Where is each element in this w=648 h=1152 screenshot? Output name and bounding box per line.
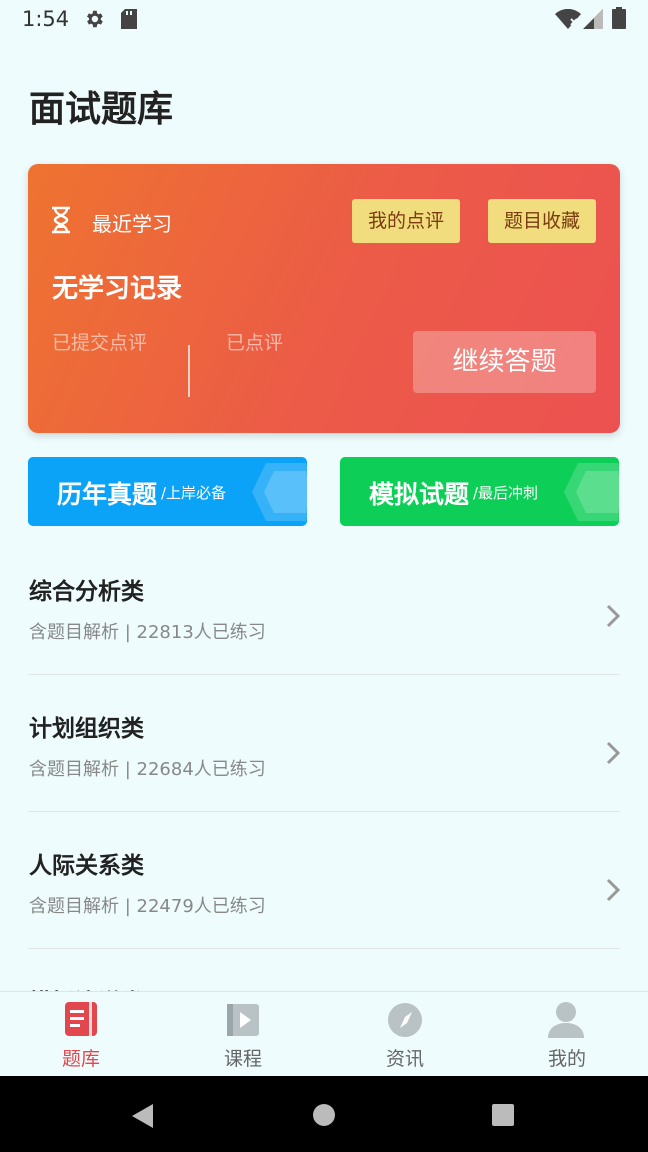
nav-label: 课程	[223, 1048, 262, 1070]
category-meta: 含题目解析 | 22684人已练习	[29, 759, 266, 780]
no-record-text: 无学习记录	[52, 274, 183, 304]
compass-icon	[387, 1000, 423, 1042]
banner-title: 模拟试题	[369, 480, 470, 509]
sd-card-icon	[121, 9, 137, 33]
category-item[interactable]: 综合分析类 含题目解析 | 22813人已练习	[28, 572, 621, 709]
bottom-navigation: 题库 课程 资讯 我的	[0, 991, 648, 1077]
category-title: 计划组织类	[29, 716, 144, 742]
back-icon[interactable]	[131, 1103, 155, 1133]
nav-item-profile[interactable]: 我的	[486, 992, 648, 1077]
book-icon	[63, 1000, 99, 1042]
category-title: 综合分析类	[29, 579, 144, 605]
hexagon-decoration-icon	[252, 463, 307, 525]
divider	[28, 948, 620, 949]
banner-title: 历年真题	[57, 480, 158, 509]
my-review-button[interactable]: 我的点评	[352, 199, 460, 243]
category-meta: 含题目解析 | 22813人已练习	[29, 622, 266, 643]
mock-exams-banner[interactable]: 模拟试题 /最后冲刺	[340, 457, 619, 526]
category-title: 模拟演说类	[29, 983, 144, 991]
divider	[28, 674, 620, 675]
system-navigation-bar	[0, 1076, 648, 1152]
recent-study-card: 最近学习 我的点评 题目收藏 无学习记录 已提交点评 已点评 继续答题	[28, 164, 620, 433]
nav-label: 资讯	[385, 1048, 424, 1070]
category-title: 人际关系类	[29, 853, 144, 879]
question-favorites-button[interactable]: 题目收藏	[488, 199, 596, 243]
recents-icon[interactable]	[491, 1103, 515, 1131]
category-item[interactable]: 模拟演说类	[28, 983, 620, 991]
home-icon[interactable]	[312, 1103, 336, 1131]
chevron-right-icon	[606, 741, 621, 769]
divider	[28, 811, 620, 812]
user-icon	[547, 1000, 585, 1042]
nav-item-news[interactable]: 资讯	[324, 992, 486, 1077]
category-item[interactable]: 人际关系类 含题目解析 | 22479人已练习	[28, 846, 621, 983]
category-meta: 含题目解析 | 22479人已练习	[29, 896, 266, 917]
status-time: 1:54	[22, 7, 70, 31]
reviewed-label: 已点评	[226, 332, 284, 354]
nav-item-courses[interactable]: 课程	[162, 992, 324, 1077]
page-title: 面试题库	[29, 89, 174, 130]
nav-item-question-bank[interactable]: 题库	[0, 992, 162, 1077]
hexagon-decoration-icon	[564, 463, 619, 525]
recent-study-label: 最近学习	[92, 212, 172, 236]
chevron-right-icon	[606, 604, 621, 632]
chevron-right-icon	[606, 878, 621, 906]
signal-icon	[583, 9, 603, 33]
battery-icon	[612, 7, 626, 33]
stat-divider	[188, 345, 190, 397]
wifi-icon	[555, 8, 581, 33]
banner-subtitle: /上岸必备	[161, 484, 227, 502]
video-icon	[225, 1000, 261, 1042]
submitted-review-label: 已提交点评	[52, 332, 148, 354]
past-exams-banner[interactable]: 历年真题 /上岸必备	[28, 457, 307, 526]
nav-label: 我的	[547, 1048, 586, 1070]
nav-label: 题库	[61, 1048, 100, 1070]
hourglass-icon	[50, 206, 72, 238]
settings-gear-icon	[83, 8, 105, 34]
status-bar: 1:54	[0, 0, 648, 38]
continue-answering-button[interactable]: 继续答题	[413, 331, 596, 393]
banner-subtitle: /最后冲刺	[473, 484, 539, 502]
category-item[interactable]: 计划组织类 含题目解析 | 22684人已练习	[28, 709, 621, 846]
